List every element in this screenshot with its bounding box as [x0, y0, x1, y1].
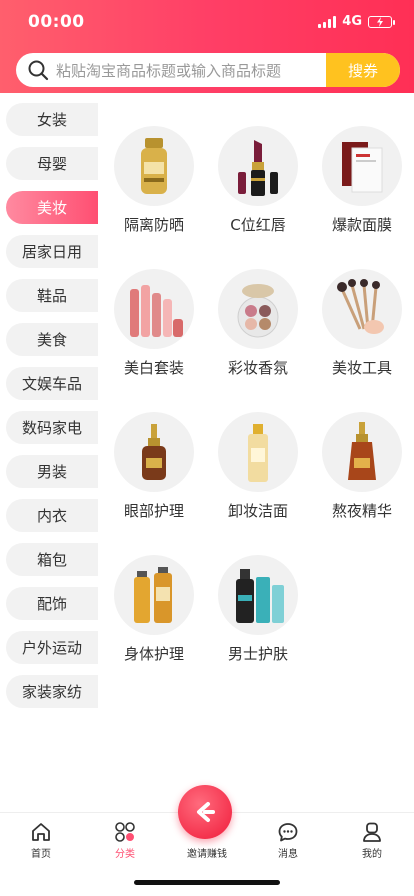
search-icon — [20, 53, 56, 87]
skincare-set-icon — [114, 269, 194, 349]
body-oil-icon — [114, 555, 194, 635]
face-mask-icon — [322, 126, 402, 206]
category-label: 熬夜精华 — [331, 502, 392, 520]
sidebar-item-huwai[interactable]: 户外运动 — [6, 631, 98, 664]
battery-icon — [368, 15, 395, 28]
category-label: 男士护肤 — [227, 645, 288, 663]
sidebar-item-xiepin[interactable]: 鞋品 — [6, 279, 98, 312]
category-label: 美白套装 — [123, 359, 184, 377]
search-coupon-button[interactable]: 搜券 — [326, 53, 400, 87]
category-tile[interactable]: C位红唇 — [206, 122, 308, 242]
search-input[interactable]: 粘贴淘宝商品标题或输入商品标题 — [56, 60, 326, 81]
cleanser-bottle-icon — [218, 412, 298, 492]
message-icon — [278, 823, 298, 842]
status-time: 00:00 — [28, 12, 85, 32]
category-tile[interactable]: 彩妆香氛 — [206, 265, 308, 385]
category-label: 美妆工具 — [331, 359, 392, 377]
category-tile[interactable]: 熬夜精华 — [310, 408, 412, 528]
night-serum-icon — [322, 412, 402, 492]
network-type: 4G — [342, 14, 362, 29]
sidebar-item-xiangbao[interactable]: 箱包 — [6, 543, 98, 576]
header: 00:00 4G 粘贴淘宝商品标题或输入商品标题 搜券 — [0, 0, 414, 93]
nav-profile-label: 我的 — [362, 849, 382, 860]
category-icon — [115, 822, 135, 842]
category-label: 卸妆洁面 — [227, 502, 288, 520]
eyeshadow-palette-icon — [218, 269, 298, 349]
category-tile[interactable]: 身体护理 — [102, 551, 204, 671]
invite-icon — [197, 802, 215, 822]
profile-icon — [363, 822, 381, 842]
sidebar-item-muying[interactable]: 母婴 — [6, 147, 98, 180]
status-indicators: 4G — [318, 14, 395, 29]
category-label: 隔离防晒 — [123, 216, 184, 234]
sidebar-item-peishi[interactable]: 配饰 — [6, 587, 98, 620]
home-icon — [32, 823, 50, 841]
category-tile[interactable]: 男士护肤 — [206, 551, 308, 671]
nav-profile[interactable]: 我的 — [342, 821, 402, 860]
category-tile[interactable]: 美白套装 — [102, 265, 204, 385]
category-tile[interactable]: 卸妆洁面 — [206, 408, 308, 528]
makeup-brushes-icon — [322, 269, 402, 349]
nav-home-label: 首页 — [31, 849, 51, 860]
category-label: 爆款面膜 — [331, 216, 392, 234]
nav-invite-label: 邀请赚钱 — [187, 849, 227, 860]
nav-message-label: 消息 — [278, 849, 298, 860]
lipstick-icon — [218, 126, 298, 206]
sidebar-item-neiyi[interactable]: 内衣 — [6, 499, 98, 532]
sidebar-item-nvzhuang[interactable]: 女装 — [6, 103, 98, 136]
sidebar-item-wenyu[interactable]: 文娱车品 — [6, 367, 98, 400]
home-indicator — [134, 880, 280, 885]
sidebar-item-jiaju[interactable]: 居家日用 — [6, 235, 98, 268]
category-tile[interactable]: 美妆工具 — [310, 265, 412, 385]
eye-serum-icon — [114, 412, 194, 492]
sidebar-item-shuma[interactable]: 数码家电 — [6, 411, 98, 444]
sidebar-item-meizhuang[interactable]: 美妆 — [6, 191, 98, 224]
nav-category[interactable]: 分类 — [95, 821, 155, 860]
nav-home[interactable]: 首页 — [11, 821, 71, 860]
nav-category-label: 分类 — [115, 849, 135, 860]
category-label: 眼部护理 — [123, 502, 184, 520]
category-tile[interactable]: 眼部护理 — [102, 408, 204, 528]
signal-icon — [318, 15, 337, 28]
category-tile[interactable]: 爆款面膜 — [310, 122, 412, 242]
invite-button[interactable] — [178, 785, 232, 839]
search-bar[interactable]: 粘贴淘宝商品标题或输入商品标题 搜券 — [16, 53, 400, 87]
sidebar-item-nanzhuang[interactable]: 男装 — [6, 455, 98, 488]
sidebar-item-jiafang[interactable]: 家装家纺 — [6, 675, 98, 708]
sunscreen-bottle-icon — [114, 126, 194, 206]
category-label: 身体护理 — [123, 645, 184, 663]
category-label: 彩妆香氛 — [227, 359, 288, 377]
category-label: C位红唇 — [230, 216, 286, 234]
nav-message[interactable]: 消息 — [258, 821, 318, 860]
men-skincare-icon — [218, 555, 298, 635]
sidebar-item-meishi[interactable]: 美食 — [6, 323, 98, 356]
category-tile[interactable]: 隔离防晒 — [102, 122, 204, 242]
